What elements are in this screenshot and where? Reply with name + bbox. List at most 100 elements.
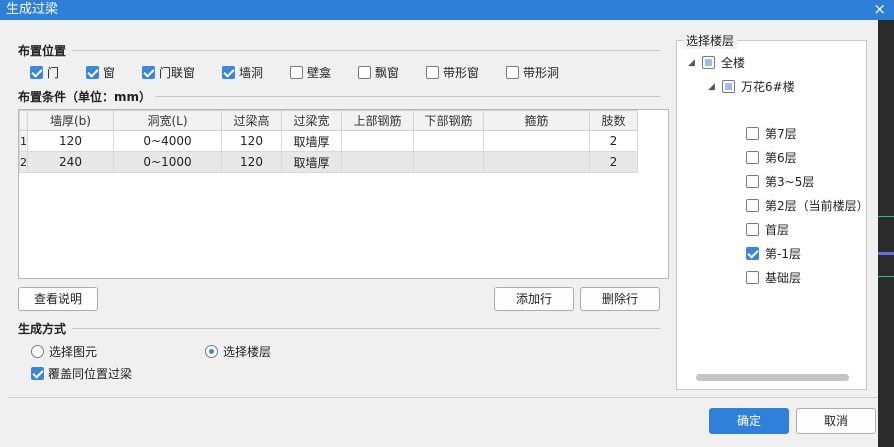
tree-item-floor[interactable]: 第2层（当前楼层）	[746, 197, 869, 214]
tree-checkbox-floor[interactable]	[746, 199, 759, 212]
placement-checkbox-box[interactable]	[222, 66, 235, 79]
table-cell[interactable]: 取墙厚	[281, 151, 342, 173]
tree-item-building[interactable]: ◢ 万花6#楼	[708, 78, 795, 95]
view-help-button[interactable]: 查看说明	[18, 287, 98, 311]
placement-checkbox[interactable]: 壁龛	[290, 64, 331, 81]
placement-checkbox-label: 带形洞	[523, 66, 560, 80]
table-cell[interactable]	[483, 151, 590, 173]
tree-checkbox-floor[interactable]	[746, 247, 759, 260]
tree-checkbox-floor[interactable]	[746, 175, 759, 188]
table-cell[interactable]	[341, 151, 414, 173]
placement-checkbox[interactable]: 窗	[86, 64, 115, 81]
placement-checkbox[interactable]: 墙洞	[222, 64, 263, 81]
delete-row-button[interactable]: 删除行	[580, 287, 660, 311]
placement-checkbox-label: 飘窗	[375, 66, 400, 80]
table-cell[interactable]	[413, 130, 484, 152]
placement-checkbox[interactable]: 门	[30, 64, 59, 81]
radio-select-floors-circle[interactable]	[205, 345, 218, 358]
table-cell[interactable]: 120	[221, 151, 282, 173]
placement-divider	[72, 50, 660, 51]
radio-select-elements-circle[interactable]	[31, 345, 44, 358]
column-header[interactable]: 肢数	[589, 110, 638, 131]
generate-heading: 生成方式	[18, 322, 67, 336]
table-cell[interactable]	[341, 130, 414, 152]
tree-item-floor[interactable]: 第6层	[746, 149, 797, 166]
tree-checkbox-floor[interactable]	[746, 151, 759, 164]
placement-checkbox[interactable]: 带形洞	[506, 64, 559, 81]
placement-checkbox-label: 窗	[103, 66, 116, 80]
column-header[interactable]: 箍筋	[483, 110, 590, 131]
tree-horizontal-scrollbar[interactable]	[696, 374, 849, 381]
placement-checkbox-label: 门	[47, 66, 60, 80]
radio-select-elements-label: 选择图元	[49, 345, 98, 359]
overwrite-checkbox[interactable]: 覆盖同位置过梁	[31, 365, 132, 382]
column-header[interactable]: 洞宽(L)	[113, 110, 222, 131]
tree-item-all[interactable]: ◢ 全楼	[688, 54, 745, 71]
tree-checkbox-floor[interactable]	[746, 127, 759, 140]
row-header-corner	[19, 110, 28, 131]
placement-checkbox-box[interactable]	[426, 66, 439, 79]
tree-label-building: 万花6#楼	[741, 80, 795, 94]
tree-checkbox-floor[interactable]	[746, 271, 759, 284]
table-cell[interactable]: 120	[27, 130, 114, 152]
tree-label-floor: 第7层	[765, 127, 797, 141]
placement-checkbox-box[interactable]	[506, 66, 519, 79]
table-cell[interactable]: 2	[589, 130, 638, 152]
placement-checkbox-label: 墙洞	[239, 66, 264, 80]
table-cell[interactable]: 0~1000	[113, 151, 222, 173]
ok-button[interactable]: 确定	[709, 408, 789, 434]
table-cell[interactable]	[413, 151, 484, 173]
column-header[interactable]: 上部钢筋	[341, 110, 414, 131]
column-header[interactable]: 下部钢筋	[413, 110, 484, 131]
tree-label-floor: 第2层（当前楼层）	[765, 199, 869, 213]
collapse-triangle-icon[interactable]: ◢	[688, 58, 696, 68]
placement-checkbox-box[interactable]	[142, 66, 155, 79]
collapse-triangle-icon[interactable]: ◢	[708, 82, 716, 92]
table-cell[interactable]: 240	[27, 151, 114, 173]
placement-checkbox[interactable]: 门联窗	[142, 64, 195, 81]
tree-item-floor[interactable]: 第3~5层	[746, 173, 814, 190]
table-cell[interactable]	[483, 130, 590, 152]
column-header[interactable]: 过梁高	[221, 110, 282, 131]
add-row-button[interactable]: 添加行	[494, 287, 574, 311]
table-cell[interactable]: 120	[221, 130, 282, 152]
column-header[interactable]: 墙厚(b)	[27, 110, 114, 131]
table-row[interactable]: 1 120 0~4000 120 取墙厚 2	[19, 130, 638, 152]
title-bar: 生成过梁 ×	[0, 0, 894, 20]
tree-label-all: 全楼	[721, 56, 746, 70]
tree-checkbox-floor[interactable]	[746, 223, 759, 236]
overwrite-checkbox-box[interactable]	[31, 367, 44, 380]
tree-item-floor[interactable]: 首层	[746, 221, 789, 238]
placement-heading: 布置位置	[18, 44, 67, 58]
placement-checkbox[interactable]: 飘窗	[358, 64, 399, 81]
generate-lintel-dialog: 生成过梁 × 布置位置 门 窗 门联窗 墙洞 壁龛 飘窗 带形窗 带形洞 布置条件（单位：mm…	[0, 0, 894, 447]
row-index[interactable]: 2	[19, 151, 28, 173]
table-cell[interactable]: 2	[589, 151, 638, 173]
placement-checkbox[interactable]: 带形窗	[426, 64, 479, 81]
tree-item-floor[interactable]: 第-1层	[746, 245, 801, 262]
placement-checkbox-label: 门联窗	[159, 66, 196, 80]
placement-checkbox-box[interactable]	[86, 66, 99, 79]
tree-checkbox-building[interactable]	[722, 80, 735, 93]
placement-checkbox-box[interactable]	[358, 66, 371, 79]
table-cell[interactable]: 0~4000	[113, 130, 222, 152]
table-row[interactable]: 2 240 0~1000 120 取墙厚 2	[19, 151, 638, 173]
column-header[interactable]: 过梁宽	[281, 110, 342, 131]
tree-label-floor: 第-1层	[765, 247, 801, 261]
tree-label-floor: 基础层	[765, 271, 802, 285]
placement-checkbox-box[interactable]	[290, 66, 303, 79]
tree-checkbox-all[interactable]	[702, 56, 715, 69]
radio-select-elements[interactable]: 选择图元	[31, 343, 97, 360]
placement-checkbox-box[interactable]	[30, 66, 43, 79]
tree-label-floor: 第6层	[765, 151, 797, 165]
tree-item-floor[interactable]: 第7层	[746, 125, 797, 142]
radio-select-floors[interactable]: 选择楼层	[205, 343, 271, 360]
table-cell[interactable]: 取墙厚	[281, 130, 342, 152]
conditions-divider	[155, 96, 660, 97]
background-window-edge	[878, 20, 894, 447]
cancel-button[interactable]: 取消	[796, 408, 876, 434]
row-index[interactable]: 1	[19, 130, 28, 152]
tree-item-floor[interactable]: 基础层	[746, 269, 801, 286]
close-icon[interactable]: ×	[873, 0, 886, 18]
tree-label-floor: 首层	[765, 223, 790, 237]
